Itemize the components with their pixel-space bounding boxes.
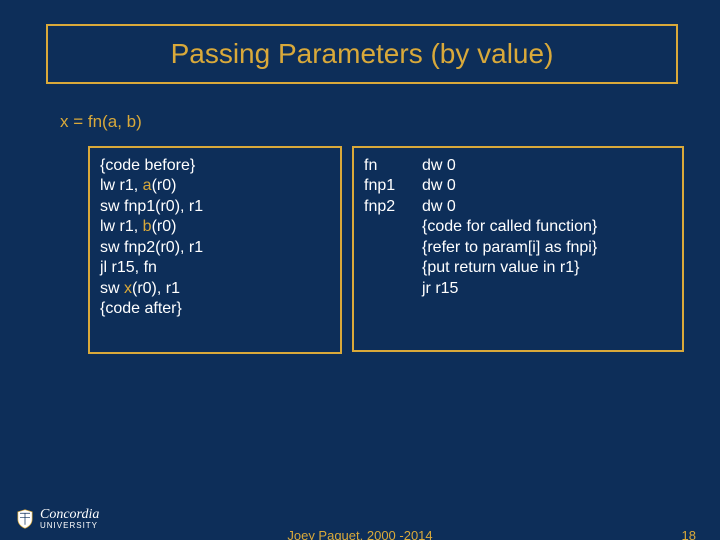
- shield-icon: [16, 509, 34, 529]
- code-line: sw fnp1(r0), r1: [100, 197, 330, 217]
- code-box-callee: fndw 0 fnp1dw 0 fnp2dw 0 {code for calle…: [352, 146, 684, 352]
- t: dw 0: [422, 177, 456, 194]
- page-number: 18: [682, 528, 696, 540]
- expr-b: b: [127, 112, 136, 131]
- var-a: a: [143, 177, 152, 194]
- t: sw: [100, 280, 124, 297]
- expression: x = fn(a, b): [60, 112, 142, 132]
- lbl: fnp1: [364, 176, 422, 196]
- t: {code for called function}: [422, 218, 597, 235]
- code-line: {code before}: [100, 156, 330, 176]
- var-x: x: [124, 280, 132, 297]
- code-line: fnp2dw 0: [364, 197, 672, 217]
- footer-author: Joey Paquet, 2000 -2014: [0, 528, 720, 540]
- slide: Passing Parameters (by value) x = fn(a, …: [0, 0, 720, 540]
- t: lw r1,: [100, 218, 143, 235]
- lbl: fn: [364, 156, 422, 176]
- code-line: jr r15: [364, 279, 672, 299]
- t: dw 0: [422, 157, 456, 174]
- logo-name: Concordia: [40, 508, 99, 522]
- slide-title: Passing Parameters (by value): [48, 26, 676, 82]
- code-line: sw x(r0), r1: [100, 279, 330, 299]
- code-line: {code after}: [100, 299, 330, 319]
- code-line: lw r1, a(r0): [100, 176, 330, 196]
- t: (r0): [152, 177, 177, 194]
- code-line: fndw 0: [364, 156, 672, 176]
- code-line: jl r15, fn: [100, 258, 330, 278]
- t: {refer to param[i] as fnpi}: [422, 239, 597, 256]
- var-b: b: [143, 218, 152, 235]
- t: (r0), r1: [132, 280, 180, 297]
- t: lw r1,: [100, 177, 143, 194]
- code-line: lw r1, b(r0): [100, 217, 330, 237]
- code-line: {refer to param[i] as fnpi}: [364, 238, 672, 258]
- expr-prefix: x = fn(: [60, 112, 108, 131]
- t: (r0): [152, 218, 177, 235]
- lbl: fnp2: [364, 197, 422, 217]
- code-line: {put return value in r1}: [364, 258, 672, 278]
- t: {put return value in r1}: [422, 259, 579, 276]
- title-box: Passing Parameters (by value): [46, 24, 678, 84]
- code-line: sw fnp2(r0), r1: [100, 238, 330, 258]
- expr-a: a: [108, 112, 117, 131]
- t: jr r15: [422, 280, 458, 297]
- expr-mid: ,: [117, 112, 126, 131]
- concordia-logo: Concordia UNIVERSITY: [16, 508, 99, 530]
- logo-text: Concordia UNIVERSITY: [40, 508, 99, 530]
- t: dw 0: [422, 198, 456, 215]
- code-line: {code for called function}: [364, 217, 672, 237]
- code-line: fnp1dw 0: [364, 176, 672, 196]
- expr-suffix: ): [136, 112, 142, 131]
- code-box-caller: {code before} lw r1, a(r0) sw fnp1(r0), …: [88, 146, 342, 354]
